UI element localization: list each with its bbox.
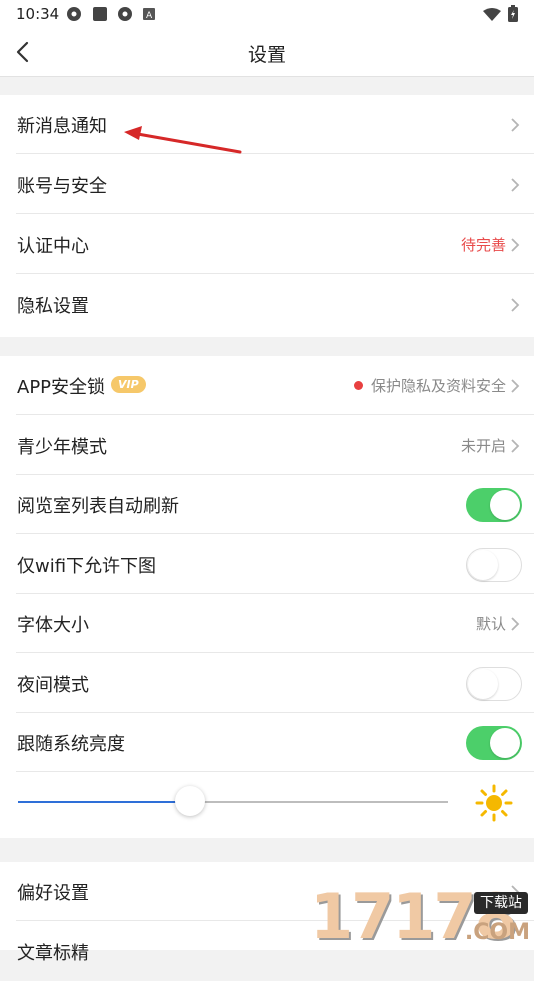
row-label: 新消息通知 <box>17 115 107 137</box>
a-badge-icon: A <box>143 8 155 20</box>
chevron-right-icon <box>511 438 520 453</box>
row-youth-mode[interactable]: 青少年模式 未开启 <box>0 416 534 475</box>
row-label: 青少年模式 <box>17 436 107 458</box>
red-dot-indicator <box>353 381 363 390</box>
row-wifi-only-images: 仅wifi下允许下图 <box>0 535 534 594</box>
row-new-message-notify[interactable]: 新消息通知 <box>0 95 534 154</box>
status-bar: 10:34 A <box>0 0 534 30</box>
status-time: 10:34 <box>16 5 60 23</box>
settings-group-app: APP安全锁 VIP 保护隐私及资料安全 青少年模式 未开启 阅览室列表自动刷新 … <box>0 356 534 838</box>
row-label: 仅wifi下允许下图 <box>17 555 157 577</box>
chevron-right-icon <box>511 616 520 631</box>
wifi-icon <box>483 8 501 21</box>
row-font-size[interactable]: 字体大小 默认 <box>0 594 534 653</box>
row-label: 阅览室列表自动刷新 <box>17 495 179 517</box>
site-watermark: 17178 下载站 .COM <box>306 880 534 953</box>
pending-status: 待完善 <box>460 236 506 254</box>
row-privacy-settings[interactable]: 隐私设置 <box>0 275 534 334</box>
row-label: 隐私设置 <box>17 295 89 317</box>
wifi-only-toggle[interactable] <box>466 547 522 582</box>
chevron-right-icon <box>511 177 520 192</box>
font-size-value: 默认 <box>475 615 506 633</box>
row-label: 字体大小 <box>17 614 89 636</box>
aperture-icon <box>67 7 81 21</box>
brightness-slider-fill <box>18 801 190 803</box>
watermark-badge: 下载站 <box>474 892 528 914</box>
row-verification-center[interactable]: 认证中心 待完善 <box>0 215 534 274</box>
follow-brightness-toggle[interactable] <box>466 725 522 760</box>
aperture-icon <box>118 7 132 21</box>
battery-charging-icon <box>508 5 518 22</box>
chevron-right-icon <box>511 237 520 252</box>
page-title: 设置 <box>247 44 286 66</box>
row-auto-refresh: 阅览室列表自动刷新 <box>0 475 534 534</box>
svg-text:A: A <box>146 11 153 20</box>
row-account-security[interactable]: 账号与安全 <box>0 155 534 214</box>
row-night-mode: 夜间模式 <box>0 654 534 713</box>
night-mode-toggle[interactable] <box>466 666 522 701</box>
row-label: 跟随系统亮度 <box>17 733 125 755</box>
brightness-slider-track[interactable] <box>190 801 448 803</box>
row-label: APP安全锁 <box>17 376 106 398</box>
youth-mode-status: 未开启 <box>460 437 506 455</box>
app-lock-hint: 保护隐私及资料安全 <box>370 377 506 395</box>
vip-badge: VIP <box>111 376 146 393</box>
chevron-right-icon <box>511 297 520 312</box>
nav-bar: 设置 <box>0 30 534 77</box>
row-follow-brightness: 跟随系统亮度 <box>0 713 534 772</box>
auto-refresh-toggle[interactable] <box>466 487 522 522</box>
watermark-suffix: .COM <box>464 920 530 945</box>
row-label: 认证中心 <box>17 235 89 257</box>
brightness-slider-thumb[interactable] <box>175 786 205 816</box>
chevron-right-icon <box>511 117 520 132</box>
row-label: 偏好设置 <box>17 882 89 904</box>
annotation-arrow-icon <box>124 126 242 154</box>
row-label: 夜间模式 <box>17 674 89 696</box>
row-label: 账号与安全 <box>17 175 107 197</box>
square-app-icon <box>93 7 107 21</box>
row-label: 文章标精 <box>17 942 89 964</box>
chevron-right-icon <box>511 378 520 393</box>
settings-group-account: 新消息通知 账号与安全 认证中心 待完善 隐私设置 <box>0 95 534 337</box>
sun-icon <box>475 784 513 822</box>
row-app-lock[interactable]: APP安全锁 VIP 保护隐私及资料安全 <box>0 356 534 415</box>
